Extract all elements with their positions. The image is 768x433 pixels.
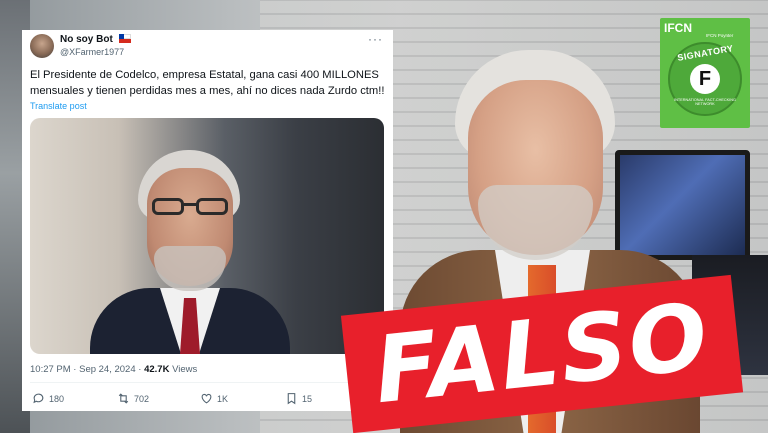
tweet-author-handle[interactable]: @XFarmer1977 bbox=[60, 47, 124, 57]
tweet-card[interactable]: No soy Bot @XFarmer1977 ··· El President… bbox=[22, 30, 393, 411]
speaker-beard bbox=[478, 185, 593, 260]
ifcn-f-logo: F bbox=[690, 64, 720, 94]
like-count: 1K bbox=[217, 393, 229, 404]
tweet-meta: 10:27 PM · Sep 24, 2024 · 42.7K Views bbox=[30, 364, 197, 375]
reply-count: 180 bbox=[49, 393, 65, 404]
photo-glasses bbox=[148, 198, 232, 216]
heart-icon bbox=[201, 393, 212, 404]
ifcn-subheader: IFCN Poynter bbox=[706, 33, 734, 38]
bookmark-icon bbox=[287, 393, 296, 405]
views-count: 42.7K bbox=[144, 364, 170, 375]
tweet-text: El Presidente de Codelco, empresa Estata… bbox=[30, 69, 385, 97]
repost-count: 702 bbox=[134, 393, 150, 404]
avatar[interactable] bbox=[30, 34, 54, 58]
falso-label: FALSO bbox=[369, 282, 715, 425]
ifcn-ring-text: INTERNATIONAL FACT-CHECKING NETWORK bbox=[674, 98, 736, 106]
tweet-actions: 180 702 1K 15 bbox=[30, 392, 385, 408]
views-label: Views bbox=[169, 364, 198, 375]
like-button[interactable]: 1K bbox=[200, 392, 228, 405]
divider bbox=[30, 382, 385, 383]
display-name[interactable]: No soy Bot bbox=[60, 34, 113, 45]
tweet-photo[interactable] bbox=[30, 118, 384, 354]
translate-post-link[interactable]: Translate post bbox=[30, 101, 87, 111]
ifcn-header: IFCN bbox=[664, 21, 692, 35]
reply-button[interactable]: 180 bbox=[32, 392, 64, 405]
more-options-button[interactable]: ··· bbox=[368, 32, 383, 46]
photo-subject bbox=[90, 138, 290, 354]
bookmark-count: 15 bbox=[302, 393, 313, 404]
bookmark-button[interactable]: 15 bbox=[285, 392, 312, 405]
ifcn-signatory-badge: IFCN IFCN Poynter SIGNATORY F INTERNATIO… bbox=[660, 18, 750, 128]
repost-button[interactable]: 702 bbox=[117, 392, 149, 405]
photo-beard bbox=[154, 246, 226, 291]
repost-icon bbox=[118, 393, 129, 404]
tweet-author-name[interactable]: No soy Bot bbox=[60, 34, 131, 45]
chile-flag-icon bbox=[118, 34, 131, 43]
reply-icon bbox=[33, 393, 44, 404]
tweet-timestamp[interactable]: 10:27 PM · Sep 24, 2024 · bbox=[30, 364, 144, 375]
